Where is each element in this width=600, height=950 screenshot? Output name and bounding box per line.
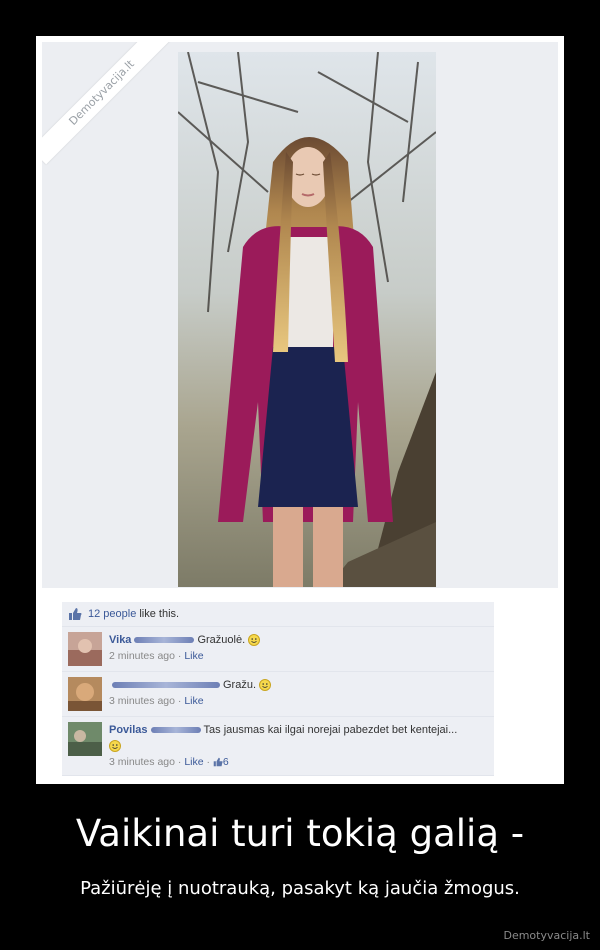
thumbs-up-icon [213,757,223,767]
comment-time: 2 minutes ago [109,650,175,662]
redacted-surname [150,727,201,734]
avatar[interactable] [68,677,102,711]
redacted-surname [134,637,195,644]
likes-row: 12 people like this. [62,602,494,627]
smiley-icon [109,740,121,753]
comment-text: Gražuolė. [197,634,246,646]
comment-item: Gražu. 3 minutes ago · Like [62,672,494,717]
comment-item: Vika Gražuolė. 2 minutes ago · Like [62,627,494,672]
avatar[interactable] [68,722,102,756]
comment-text: Gražu. [223,679,257,691]
comment-like-link[interactable]: Like [184,756,203,768]
facebook-comments-box: 12 people like this. Vika Gražuolė. 2 min… [62,602,494,776]
poster-frame: Demotyvacija.lt 12 people like this. Vik… [36,36,564,784]
comment-author[interactable]: Vika [109,634,131,646]
smiley-icon [248,634,261,647]
comment-like-count[interactable]: 6 [223,756,229,768]
comment-time: 3 minutes ago [109,756,175,768]
thumbs-up-icon [69,608,82,620]
avatar[interactable] [68,632,102,666]
comment-like-link[interactable]: Like [184,650,203,662]
site-watermark: Demotyvacija.lt [503,929,590,942]
likes-count-link[interactable]: 12 people [88,608,136,620]
poster-inner: Demotyvacija.lt 12 people like this. Vik… [42,42,558,778]
photo [178,52,436,587]
watermark-ribbon: Demotyvacija.lt [42,42,174,165]
comment-item: Povilas Tas jausmas kai ilgai norejai pab… [62,717,494,776]
comment-like-link[interactable]: Like [184,695,203,707]
comment-author[interactable]: Povilas [109,724,148,736]
smiley-icon [259,679,272,692]
comment-time: 3 minutes ago [109,695,175,707]
redacted-name [112,682,220,689]
likes-suffix: like this. [139,608,180,620]
facebook-comments-panel: 12 people like this. Vika Gražuolė. 2 min… [42,588,558,778]
caption-subtitle: Pažiūrėję į nuotrauką, pasakyt ką jaučia… [80,878,520,899]
caption-title: Vaikinai turi tokią galią - [75,812,525,855]
comment-text: Tas jausmas kai ilgai norejai pabezdet b… [203,724,458,736]
